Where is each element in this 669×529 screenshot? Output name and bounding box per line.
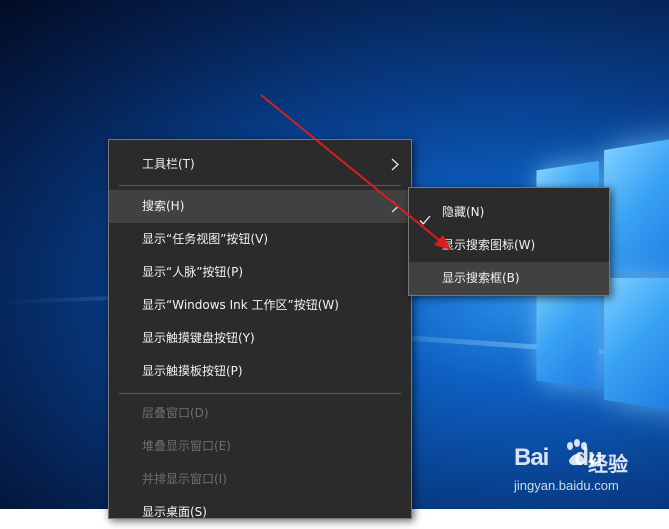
menu-item-side-by-side-windows: 并排显示窗口(I) — [109, 463, 411, 496]
menu-item-label: 并排显示窗口(I) — [142, 472, 227, 486]
menu-separator — [119, 185, 401, 186]
chevron-right-icon — [389, 148, 401, 181]
submenu-item-show-search-box[interactable]: 显示搜索框(B) — [409, 262, 609, 295]
menu-item-label: 显示“人脉”按钮(P) — [142, 265, 244, 279]
menu-separator — [119, 393, 401, 394]
taskbar-context-menu: 工具栏(T) 搜索(H) 显示“任务视图”按钮(V) 显示“人脉”按钮(P) 显… — [108, 139, 412, 519]
baidu-jingyan-watermark: Bai du 经验 jingyan.baidu.com — [512, 436, 662, 502]
watermark-product: 经验 — [588, 452, 628, 476]
submenu-item-label: 显示搜索图标(W) — [442, 238, 536, 252]
submenu-item-label: 隐藏(N) — [442, 205, 485, 219]
paw-icon — [564, 438, 590, 472]
watermark-url: jingyan.baidu.com — [514, 478, 619, 493]
submenu-item-show-search-icon[interactable]: 显示搜索图标(W) — [409, 229, 609, 262]
menu-item-show-desktop[interactable]: 显示桌面(S) — [109, 496, 411, 529]
menu-item-label: 显示触摸板按钮(P) — [142, 364, 243, 378]
menu-item-label: 显示桌面(S) — [142, 505, 207, 519]
menu-item-label: 显示“任务视图”按钮(V) — [142, 232, 269, 246]
menu-item-touchpad-button[interactable]: 显示触摸板按钮(P) — [109, 355, 411, 388]
menu-item-toolbars[interactable]: 工具栏(T) — [109, 148, 411, 181]
menu-item-touch-keyboard-button[interactable]: 显示触摸键盘按钮(Y) — [109, 322, 411, 355]
menu-item-windows-ink-button[interactable]: 显示“Windows Ink 工作区”按钮(W) — [109, 289, 411, 322]
menu-item-label: 堆叠显示窗口(E) — [142, 439, 231, 453]
search-submenu: 隐藏(N) 显示搜索图标(W) 显示搜索框(B) — [408, 187, 610, 296]
submenu-item-label: 显示搜索框(B) — [442, 271, 520, 285]
menu-item-label: 显示触摸键盘按钮(Y) — [142, 331, 255, 345]
menu-item-stack-windows: 堆叠显示窗口(E) — [109, 430, 411, 463]
menu-item-task-view-button[interactable]: 显示“任务视图”按钮(V) — [109, 223, 411, 256]
menu-item-search[interactable]: 搜索(H) — [109, 190, 411, 223]
menu-item-label: 工具栏(T) — [142, 157, 195, 171]
menu-item-label: 显示“Windows Ink 工作区”按钮(W) — [142, 298, 339, 312]
menu-item-people-button[interactable]: 显示“人脉”按钮(P) — [109, 256, 411, 289]
menu-item-label: 搜索(H) — [142, 199, 185, 213]
menu-item-label: 层叠窗口(D) — [142, 406, 209, 420]
chevron-right-icon — [389, 190, 401, 223]
submenu-item-hidden[interactable]: 隐藏(N) — [409, 196, 609, 229]
menu-item-cascade-windows: 层叠窗口(D) — [109, 397, 411, 430]
